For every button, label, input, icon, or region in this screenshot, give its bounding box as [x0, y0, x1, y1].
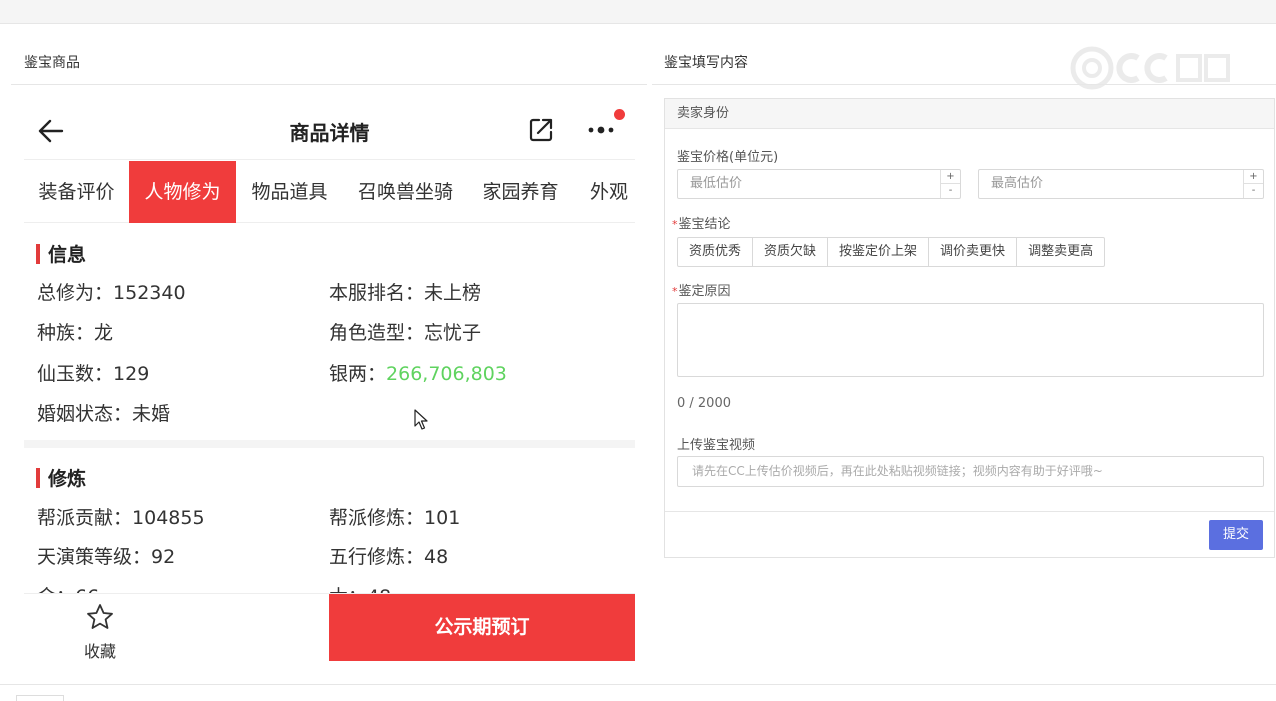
conclusion-option-lacking[interactable]: 资质欠缺 — [752, 237, 829, 267]
bottom-tab-stub — [16, 695, 64, 701]
conclusion-option-list-at-appraisal[interactable]: 按鉴定价上架 — [827, 237, 930, 267]
tab-items[interactable]: 物品道具 — [236, 161, 343, 223]
left-section-divider — [11, 84, 647, 85]
bottom-bar — [0, 684, 1276, 701]
notification-dot — [614, 109, 625, 120]
max-price-input[interactable]: 最高估价 + - — [978, 169, 1264, 199]
favorite-button[interactable]: 收藏 — [74, 602, 126, 662]
reason-label: *鉴定原因 — [672, 284, 731, 299]
left-section-title: 鉴宝商品 — [24, 55, 80, 71]
cult-five-elements: 五行修炼：48 — [329, 546, 449, 568]
tab-character-cultivation[interactable]: 人物修为 — [129, 161, 236, 223]
top-bar — [0, 0, 1276, 24]
product-nav-bar: 商品详情 — [24, 100, 635, 160]
price-label: 鉴宝价格(单位元) — [677, 150, 779, 165]
form-footer-divider — [665, 511, 1274, 512]
info-silver: 银两：266,706,803 — [329, 363, 507, 385]
min-price-stepper[interactable]: + - — [940, 170, 960, 198]
video-link-input[interactable]: 请先在CC上传估价视频后，再在此处粘贴视频链接；视频内容有助于好评哦~ — [677, 456, 1264, 487]
section-divider — [24, 440, 635, 448]
increment-button[interactable]: + — [1244, 170, 1263, 184]
product-detail-panel: 商品详情 装备评价 人物修为 物品道具 召唤兽坐骑 家园养育 外观 信息 总修为… — [24, 100, 635, 665]
submit-button[interactable]: 提交 — [1209, 520, 1263, 550]
reason-textarea[interactable] — [677, 303, 1264, 377]
info-character-model: 角色造型：忘忧子 — [329, 322, 482, 344]
mouse-cursor-icon — [414, 409, 428, 430]
conclusion-label: *鉴宝结论 — [672, 217, 731, 232]
share-icon[interactable] — [527, 116, 555, 144]
conclusion-button-group: 资质优秀 资质欠缺 按鉴定价上架 调价卖更快 调整卖更高 — [677, 237, 1106, 267]
info-heading: 信息 — [36, 240, 86, 267]
star-icon — [87, 604, 113, 629]
right-section-title: 鉴宝填写内容 — [664, 55, 748, 71]
conclusion-option-excellent[interactable]: 资质优秀 — [677, 237, 754, 267]
info-server-rank: 本服排名：未上榜 — [329, 282, 482, 304]
cult-tianyance-level: 天演策等级：92 — [37, 546, 176, 568]
tab-equipment-rating[interactable]: 装备评价 — [24, 161, 129, 223]
info-marital-status: 婚姻状态：未婚 — [37, 403, 171, 425]
reason-char-counter: 0 / 2000 — [677, 396, 731, 411]
tab-appearance[interactable]: 外观 — [573, 161, 635, 223]
decrement-button[interactable]: - — [941, 184, 960, 198]
min-price-input[interactable]: 最低估价 + - — [677, 169, 961, 199]
cultivation-heading: 修炼 — [36, 464, 86, 491]
appraisal-form-card: 卖家身份 鉴宝价格(单位元) 最低估价 + - 最高估价 + - *鉴宝结论 资… — [664, 98, 1275, 558]
tab-pets-mounts[interactable]: 召唤兽坐骑 — [343, 161, 468, 223]
info-jade-count: 仙玉数：129 — [37, 363, 150, 385]
video-label: 上传鉴宝视频 — [677, 438, 756, 453]
seller-identity-header: 卖家身份 — [665, 99, 1274, 129]
cc-watermark-logo — [1070, 46, 1230, 90]
info-race: 种族：龙 — [37, 322, 114, 344]
info-total-cultivation: 总修为：152340 — [37, 282, 186, 304]
product-tabs: 装备评价 人物修为 物品道具 召唤兽坐骑 家园养育 外观 — [24, 161, 635, 223]
max-price-placeholder: 最高估价 — [991, 176, 1044, 191]
tab-home[interactable]: 家园养育 — [468, 161, 573, 223]
product-bottom-bar: 收藏 公示期预订 — [24, 593, 635, 665]
min-price-placeholder: 最低估价 — [690, 176, 743, 191]
favorite-label: 收藏 — [83, 642, 116, 661]
increment-button[interactable]: + — [941, 170, 960, 184]
cult-guild-contribution: 帮派贡献：104855 — [37, 507, 205, 529]
conclusion-option-sell-faster[interactable]: 调价卖更快 — [928, 237, 1018, 267]
preorder-button[interactable]: 公示期预订 — [329, 594, 635, 661]
conclusion-option-sell-higher[interactable]: 调整卖更高 — [1016, 237, 1106, 267]
decrement-button[interactable]: - — [1244, 184, 1263, 198]
cult-guild-training: 帮派修炼：101 — [329, 507, 461, 529]
more-dots-icon[interactable] — [587, 116, 623, 144]
max-price-stepper[interactable]: + - — [1243, 170, 1263, 198]
